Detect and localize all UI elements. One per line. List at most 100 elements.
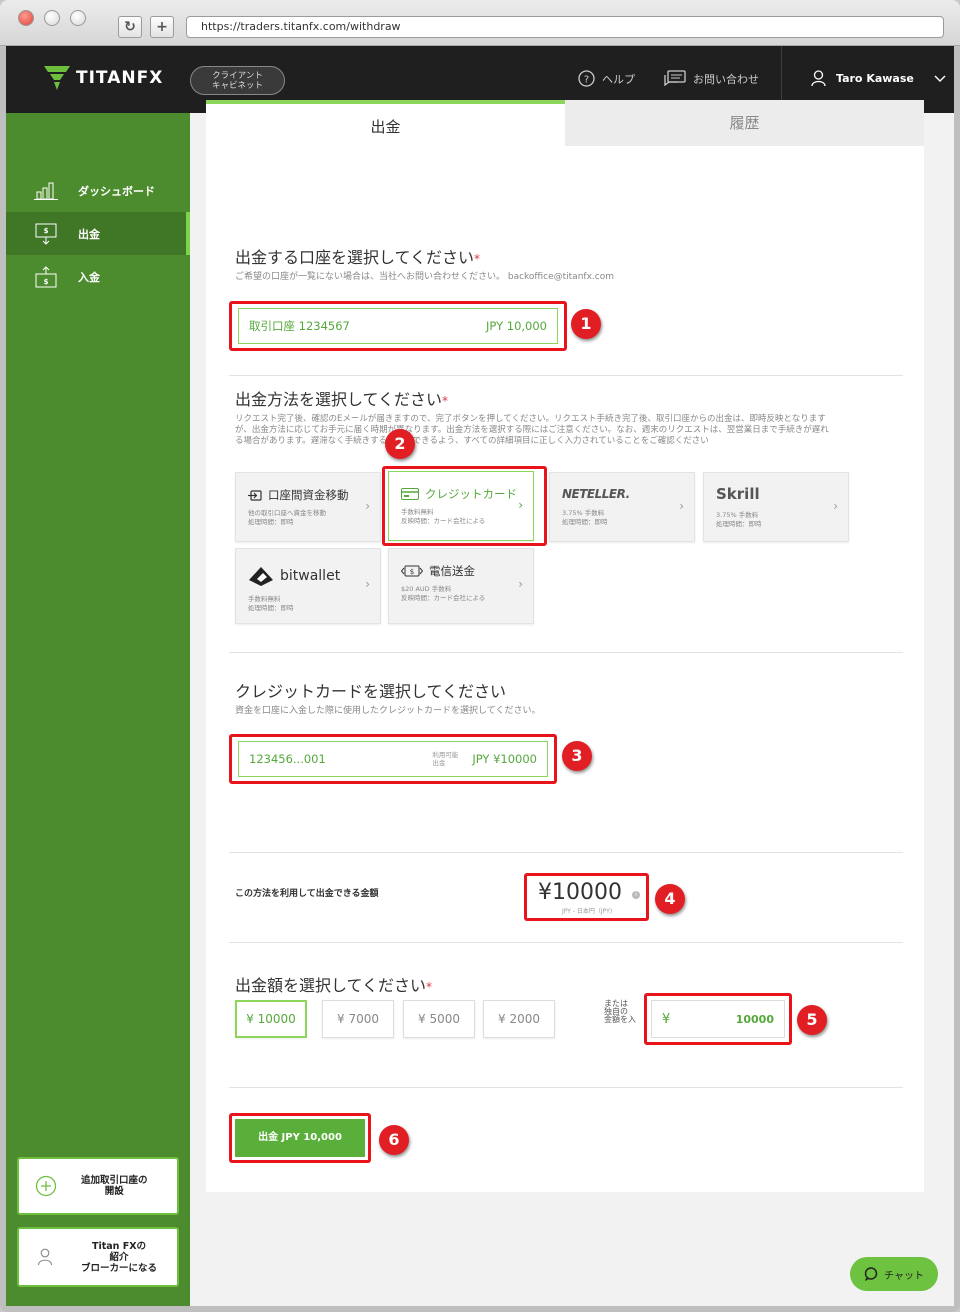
user-menu[interactable]: Taro Kawase [811, 70, 946, 87]
method-card-title: $ 電信送金 [401, 563, 475, 579]
minimize-window-button[interactable] [44, 10, 60, 26]
annotation-badge-6: 6 [379, 1125, 409, 1155]
ib-line1: Titan FXの [91, 1240, 147, 1252]
highlight-box-4 [524, 873, 649, 921]
become-ib-button[interactable]: Titan FXの 紹介 ブローカーになる [17, 1227, 179, 1287]
method-section-title: 出金方法を選択してください* [235, 386, 448, 410]
method-card-neteller[interactable]: NETELLER. 3.75% 手数料 処理時間：即時 › [549, 472, 695, 542]
account-note: ご希望の口座が一覧にない場合は、当社へお問い合わせください。 backoffic… [235, 272, 614, 282]
highlight-box-3 [229, 734, 557, 784]
sidebar-item-withdraw[interactable]: $ 出金 [6, 212, 190, 255]
client-cabinet-button[interactable]: クライアント キャビネット [190, 66, 285, 95]
method-card-skrill[interactable]: Skrill 3.75% 手数料 処理時間：即時 › [703, 472, 849, 542]
account-section-title: 出金する口座を選択してください* [235, 244, 480, 268]
method-fee: 他の取引口座へ資金を移動 [248, 509, 326, 517]
reload-icon[interactable]: ↻ [118, 16, 142, 38]
method-details: 他の取引口座へ資金を移動 処理時間：即時 [248, 509, 326, 527]
browser-window: ↻ + https://traders.titanfx.com/withdraw… [0, 0, 960, 1312]
maximize-window-button[interactable] [70, 10, 86, 26]
user-icon [37, 1248, 53, 1266]
method-name: 電信送金 [429, 564, 475, 578]
tab-withdraw[interactable]: 出金 [206, 100, 565, 146]
method-card-title: bitwallet [248, 565, 340, 587]
method-details: $20 AUD 手数料 反映時間：カード会社による [401, 585, 485, 603]
become-ib-label: Titan FXの 紹介 ブローカーになる [81, 1241, 157, 1274]
browser-chrome: ↻ + https://traders.titanfx.com/withdraw [0, 0, 960, 46]
method-title-text: 出金方法を選択してください [235, 390, 443, 409]
method-card-wire-transfer[interactable]: $ 電信送金 $20 AUD 手数料 反映時間：カード会社による › [388, 548, 534, 624]
ib-line2: 紹介 [109, 1251, 129, 1263]
card-note: 資金を口座に入金した際に使用したクレジットカードを選択してください。 [235, 706, 541, 716]
highlight-box-2 [382, 466, 547, 546]
help-label: ヘルプ [602, 72, 635, 86]
annotation-badge-4: 4 [655, 884, 685, 914]
method-fee: $20 AUD 手数料 [401, 585, 452, 593]
new-tab-button[interactable]: + [150, 16, 174, 38]
transfer-icon [248, 489, 262, 501]
add-account-button[interactable]: 追加取引口座の 開設 [17, 1157, 179, 1215]
annotation-badge-3: 3 [562, 741, 592, 771]
bitwallet-icon [249, 567, 273, 586]
method-name: 口座間資金移動 [268, 488, 349, 502]
logo-text: TITANFX [76, 68, 164, 88]
wire-transfer-icon: $ [401, 565, 423, 577]
account-title-text: 出金する口座を選択してください [235, 248, 475, 267]
divider [229, 375, 903, 376]
custom-label-line3: 金額を入 [604, 1015, 636, 1024]
address-bar[interactable]: https://traders.titanfx.com/withdraw [186, 16, 944, 38]
amount-preset-5000[interactable]: ¥ 5000 [403, 1000, 475, 1038]
method-name: NETELLER. [562, 487, 630, 501]
method-time: 処理時間：即時 [248, 518, 294, 526]
amount-section-title: 出金額を選択してください* [235, 972, 432, 996]
titanfx-logo[interactable]: TITANFX [44, 66, 163, 90]
available-amount-label: この方法を利用して出金できる金額 [235, 889, 379, 899]
annotation-badge-5: 5 [797, 1005, 827, 1035]
chevron-right-icon: › [679, 499, 684, 513]
required-mark: * [442, 394, 449, 408]
chevron-right-icon: › [518, 577, 523, 591]
method-time: 処理時間：即時 [562, 518, 608, 526]
tab-history[interactable]: 履歴 [565, 100, 924, 146]
amount-preset-10000[interactable]: ¥ 10000 [235, 1000, 307, 1038]
chat-button[interactable]: チャット [850, 1257, 938, 1291]
cabinet-label-line2: キャビネット [211, 81, 263, 91]
user-name: Taro Kawase [836, 72, 914, 85]
method-time: 処理時間：即時 [248, 604, 294, 612]
highlight-box-5 [644, 993, 792, 1045]
required-mark: * [474, 252, 481, 266]
card-section-title: クレジットカードを選択してください [235, 682, 507, 701]
method-note: リクエスト完了後、確認のEメールが届きますので、完了ボタンを押してください。リク… [235, 414, 907, 447]
sidebar-item-deposit[interactable]: $ 入金 [6, 255, 190, 298]
withdraw-icon: $ [35, 223, 57, 245]
method-details: 3.75% 手数料 処理時間：即時 [562, 509, 608, 527]
svg-text:$: $ [44, 278, 49, 286]
contact-label: お問い合わせ [693, 72, 759, 86]
method-fee: 3.75% 手数料 [716, 511, 759, 519]
svg-text:$: $ [410, 568, 414, 576]
method-card-internal-transfer[interactable]: 口座間資金移動 他の取引口座へ資金を移動 処理時間：即時 › [235, 472, 381, 542]
custom-amount-label: または 独自の 金額を入 [604, 1000, 636, 1024]
highlight-box-6 [229, 1113, 371, 1163]
sidebar-item-label: 入金 [78, 270, 100, 284]
titanfx-logo-icon [44, 66, 70, 90]
method-name: bitwallet [280, 568, 341, 584]
contact-link[interactable]: お問い合わせ [664, 70, 759, 87]
method-fee: 手数料無料 [248, 595, 281, 603]
chevron-right-icon: › [833, 499, 838, 513]
sidebar-item-dashboard[interactable]: ダッシュボード [6, 169, 190, 212]
amount-preset-2000[interactable]: ¥ 2000 [483, 1000, 555, 1038]
help-icon: ? [578, 70, 595, 87]
amount-preset-7000[interactable]: ¥ 7000 [322, 1000, 394, 1038]
cabinet-label-line1: クライアント [212, 71, 263, 81]
divider [229, 1087, 903, 1088]
method-details: 3.75% 手数料 処理時間：即時 [716, 511, 762, 529]
plus-circle-icon [35, 1175, 57, 1197]
required-mark: * [426, 980, 433, 994]
close-window-button[interactable] [18, 10, 34, 26]
divider [229, 942, 903, 943]
method-card-bitwallet[interactable]: bitwallet 手数料無料 処理時間：即時 › [235, 548, 381, 624]
bar-chart-icon [34, 182, 58, 200]
method-card-title: 口座間資金移動 [248, 487, 349, 503]
sidebar-item-label: 出金 [78, 227, 100, 241]
help-link[interactable]: ? ヘルプ [578, 70, 635, 87]
